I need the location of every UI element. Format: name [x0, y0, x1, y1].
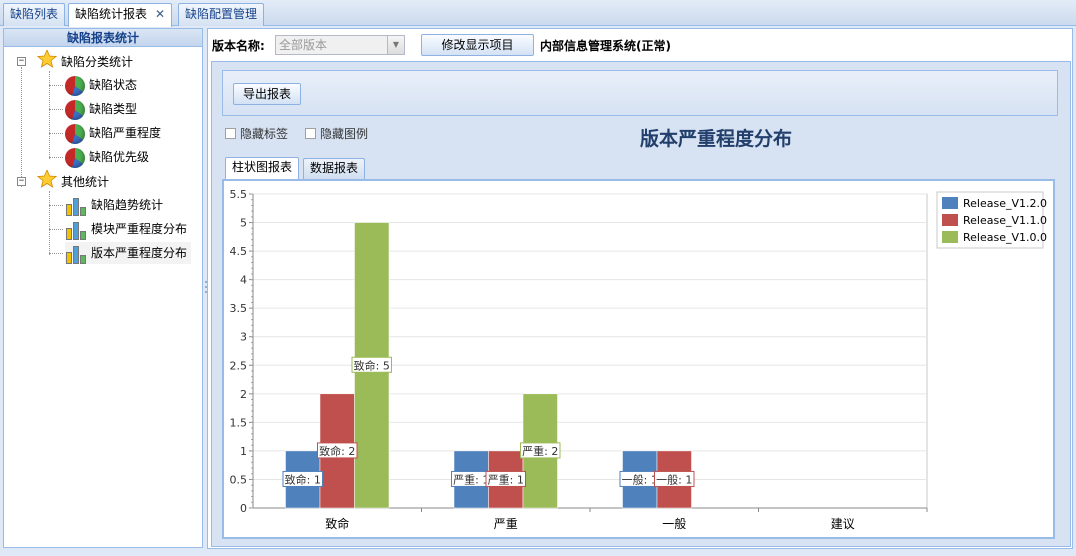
- tab-defect-config[interactable]: 缺陷配置管理: [178, 3, 265, 26]
- tree-item-defect-type[interactable]: 缺陷类型: [65, 98, 137, 120]
- bar-chart: 0 0.5 1 1.5 2 2.5 3 3.5 4 4.5 5 5.5 致命 严重 一般 建议 致命: 1 致命:…: [230, 188, 1048, 531]
- bar-chart-icon: [65, 196, 87, 216]
- star-icon: [36, 168, 58, 195]
- y-tick-label: 1: [240, 445, 247, 458]
- x-tick-label: 建议: [831, 517, 855, 531]
- data-label: 一般: 1: [656, 473, 692, 486]
- tree-line: [49, 191, 50, 255]
- report-toolbar: [222, 70, 1058, 116]
- version-select[interactable]: 全部版本 ▼: [275, 35, 405, 55]
- tree-item-defect-trend[interactable]: 缺陷趋势统计: [65, 194, 163, 216]
- y-tick-label: 2.5: [230, 359, 248, 372]
- legend-label: Release_V1.2.0: [963, 197, 1047, 210]
- tree-line: [49, 109, 63, 110]
- pie-chart-icon: [65, 147, 85, 168]
- pie-chart-icon: [65, 99, 85, 120]
- tree-item-version-severity[interactable]: 版本严重程度分布: [65, 242, 192, 264]
- tree-group-other[interactable]: 其他统计: [36, 168, 109, 195]
- legend-label: Release_V1.1.0: [963, 214, 1047, 227]
- tree-line: [49, 157, 63, 158]
- tree-item-defect-severity[interactable]: 缺陷严重程度: [65, 122, 161, 144]
- tree-line: [49, 133, 63, 134]
- y-tick-label: 0.5: [230, 473, 248, 486]
- bar-chart-icon: [65, 244, 87, 264]
- legend-label: Release_V1.0.0: [963, 231, 1047, 244]
- x-tick-label: 一般: [662, 516, 686, 531]
- bar-chart-icon: [65, 220, 87, 240]
- data-label: 严重: 1: [488, 472, 524, 486]
- hide-legend-checkbox[interactable]: 隐藏图例: [305, 125, 368, 142]
- tab-defect-list[interactable]: 缺陷列表: [3, 3, 66, 26]
- modify-display-button[interactable]: 修改显示项目: [421, 34, 534, 56]
- y-tick-label: 5: [240, 217, 247, 230]
- data-label: 严重: 1: [453, 472, 489, 486]
- collapse-toggle[interactable]: −: [17, 57, 26, 66]
- y-tick-label: 3.5: [230, 302, 248, 315]
- x-tick-label: 严重: [494, 517, 518, 531]
- tree-group-category[interactable]: 缺陷分类统计: [36, 48, 133, 75]
- y-tick-label: 4: [240, 274, 247, 287]
- tree-line: [49, 253, 63, 254]
- sidebar-panel: 缺陷报表统计 − 缺陷分类统计 缺陷状态 缺陷类型 缺陷严重程度 缺陷优先级 −…: [3, 28, 203, 548]
- tab-bar-chart[interactable]: 柱状图报表: [225, 157, 300, 179]
- legend-swatch: [942, 214, 958, 226]
- top-tab-bar: 缺陷列表 缺陷统计报表 ✕ 缺陷配置管理: [0, 0, 1076, 27]
- tree-line: [21, 67, 22, 187]
- pie-chart-icon: [65, 75, 85, 96]
- collapse-toggle[interactable]: −: [17, 177, 26, 186]
- data-label: 一般: 1: [622, 473, 658, 486]
- data-label: 严重: 2: [522, 444, 558, 458]
- export-report-button[interactable]: 导出报表: [233, 83, 301, 105]
- report-title: 版本严重程度分布: [640, 128, 793, 150]
- close-icon[interactable]: ✕: [155, 4, 165, 25]
- pie-chart-icon: [65, 123, 85, 144]
- tree-line: [49, 229, 63, 230]
- system-name: 内部信息管理系统(正常): [540, 39, 671, 53]
- chevron-down-icon[interactable]: ▼: [387, 36, 404, 54]
- tree-item-module-severity[interactable]: 模块严重程度分布: [65, 218, 187, 240]
- tree-item-defect-status[interactable]: 缺陷状态: [65, 74, 137, 96]
- tree-line: [49, 85, 63, 86]
- x-tick-label: 致命: [325, 516, 349, 531]
- version-label: 版本名称:: [212, 39, 265, 53]
- tab-data-table[interactable]: 数据报表: [303, 158, 366, 179]
- legend-swatch: [942, 197, 958, 209]
- y-tick-label: 4.5: [230, 245, 248, 258]
- tab-defect-report[interactable]: 缺陷统计报表 ✕: [68, 3, 173, 27]
- y-tick-label: 0: [240, 502, 247, 515]
- data-label: 致命: 2: [319, 444, 355, 458]
- y-tick-label: 5.5: [230, 188, 248, 201]
- chart-frame: 0 0.5 1 1.5 2 2.5 3 3.5 4 4.5 5 5.5 致命 严重 一般 建议 致命: 1 致命:…: [222, 179, 1055, 539]
- tree-line: [49, 205, 63, 206]
- tree-item-defect-priority[interactable]: 缺陷优先级: [65, 146, 149, 168]
- hide-labels-checkbox[interactable]: 隐藏标签: [225, 125, 288, 142]
- sidebar-title: 缺陷报表统计: [4, 29, 202, 47]
- star-icon: [36, 48, 58, 75]
- data-label: 致命: 5: [354, 358, 390, 372]
- data-label: 致命: 1: [285, 472, 321, 486]
- y-tick-label: 2: [240, 388, 247, 401]
- y-tick-label: 3: [240, 331, 247, 344]
- legend-swatch: [942, 231, 958, 243]
- y-tick-label: 1.5: [230, 416, 248, 429]
